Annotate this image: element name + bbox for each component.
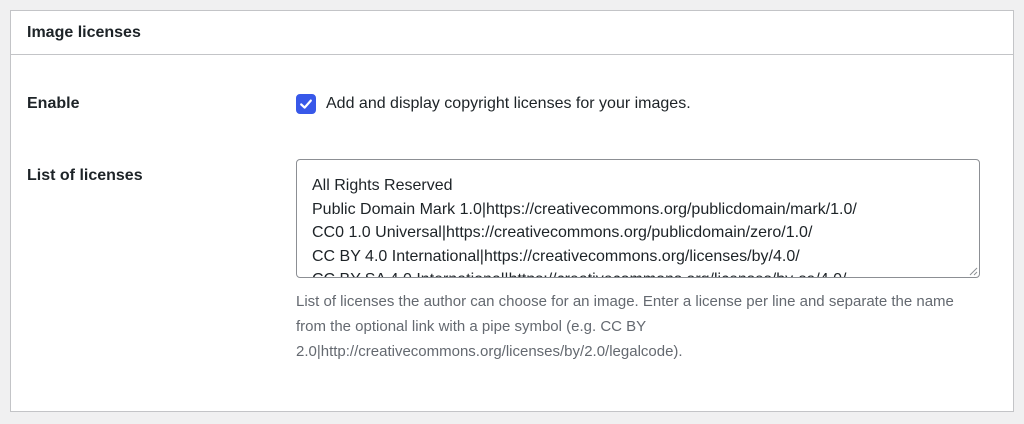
enable-option[interactable]: Add and display copyright licenses for y… bbox=[296, 94, 691, 114]
image-licenses-panel: Image licenses Enable Add and display co… bbox=[10, 10, 1014, 412]
licenses-textarea-content[interactable]: All Rights Reserved Public Domain Mark 1… bbox=[297, 160, 979, 277]
license-line: CC BY-SA 4.0 International|https://creat… bbox=[312, 268, 964, 277]
licenses-description: List of licenses the author can choose f… bbox=[296, 293, 954, 360]
panel-header: Image licenses bbox=[11, 11, 1013, 55]
checkmark-icon bbox=[300, 99, 312, 109]
panel-title: Image licenses bbox=[27, 23, 141, 41]
enable-checkbox-label[interactable]: Add and display copyright licenses for y… bbox=[326, 95, 691, 113]
license-line: All Rights Reserved bbox=[312, 177, 453, 194]
enable-checkbox[interactable] bbox=[296, 94, 316, 114]
licenses-label: List of licenses bbox=[27, 167, 143, 184]
license-line: CC0 1.0 Universal|https://creativecommon… bbox=[312, 224, 813, 241]
license-line: Public Domain Mark 1.0|https://creativec… bbox=[312, 200, 857, 218]
enable-label: Enable bbox=[27, 95, 80, 112]
licenses-textarea[interactable]: All Rights Reserved Public Domain Mark 1… bbox=[296, 159, 980, 278]
resize-handle-icon[interactable] bbox=[968, 266, 978, 276]
license-line: CC BY 4.0 International|https://creative… bbox=[312, 247, 800, 265]
